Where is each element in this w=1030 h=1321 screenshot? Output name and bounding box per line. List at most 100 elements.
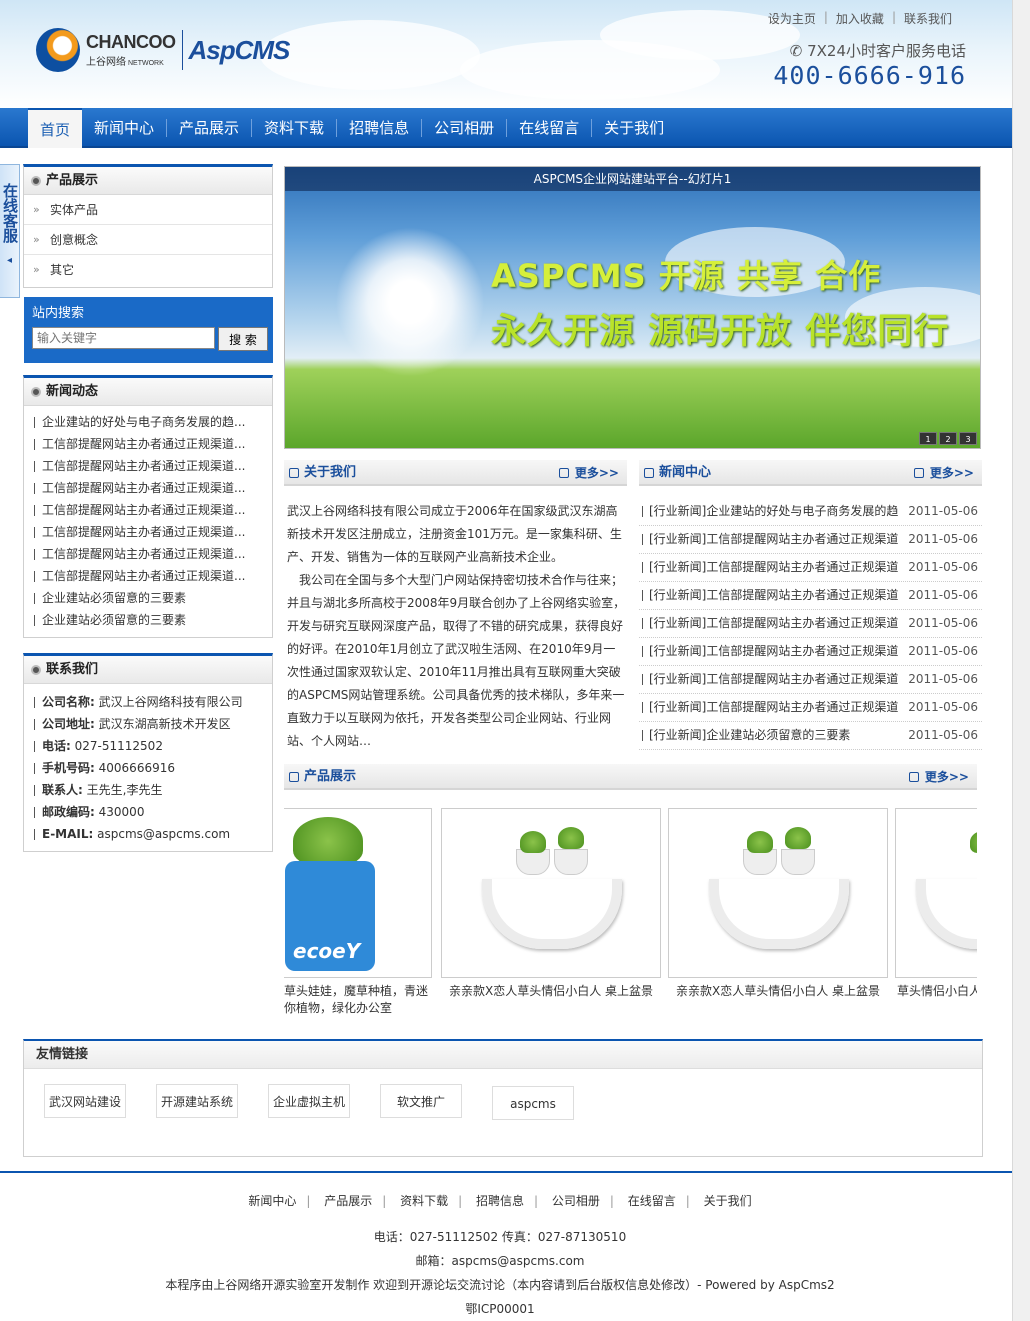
- products-more-link[interactable]: 更多>>: [908, 764, 969, 790]
- about-header: 关于我们 更多>>: [284, 460, 627, 486]
- bullet-bar-icon: [34, 461, 35, 472]
- about-title: 关于我们: [304, 465, 357, 480]
- contact-us-link[interactable]: 联系我们: [896, 10, 960, 27]
- contact-item: 公司地址: 武汉东湖高新技术开发区: [24, 713, 272, 735]
- nav-guestbook[interactable]: 在线留言: [507, 108, 591, 148]
- friend-link[interactable]: 开源建站系统: [156, 1084, 238, 1118]
- news-center-item[interactable]: [行业新闻]工信部提醒网站主办者通过正规渠道 2011-05-06: [639, 610, 982, 638]
- footer-link[interactable]: 公司相册: [542, 1194, 610, 1208]
- logo-product: AspCMS: [188, 34, 291, 65]
- product-name: 草头娃娃，魔草种植，青迷你植物，绿化办公室: [284, 984, 429, 1015]
- news-center-item[interactable]: [行业新闻]工信部提醒网站主办者通过正规渠道 2011-05-06: [639, 638, 982, 666]
- friend-links: 友情链接 武汉网站建设 开源建站系统 企业虚拟主机 软文推广 aspcms: [23, 1039, 983, 1157]
- product-name: 亲亲款X恋人草头情侣小白人 桌上盆景: [448, 984, 654, 998]
- banner-slideshow[interactable]: ASPCMS企业网站建站平台--幻灯片1 ASPCMS 开源 共享 合作 永久开…: [284, 166, 981, 449]
- online-service-tab[interactable]: 在线客服 ◂: [0, 164, 20, 298]
- grass-decoration: [520, 831, 546, 853]
- footer-link[interactable]: 在线留言: [618, 1194, 686, 1208]
- news-center-item[interactable]: [行业新闻]工信部提醒网站主办者通过正规渠道 2011-05-06: [639, 582, 982, 610]
- bullet-bar-icon: [34, 505, 35, 516]
- side-news-item[interactable]: 工信部提醒网站主办者通过正规渠道...: [24, 543, 272, 565]
- news-center-title: [行业新闻]工信部提醒网站主办者通过正规渠道: [649, 616, 899, 630]
- contact-key: 电话:: [42, 739, 71, 753]
- news-center-item[interactable]: [行业新闻]工信部提醒网站主办者通过正规渠道 2011-05-06: [639, 554, 982, 582]
- nav-home[interactable]: 首页: [28, 108, 83, 148]
- nav-news[interactable]: 新闻中心: [82, 108, 166, 148]
- footer-link[interactable]: 资料下载: [390, 1194, 458, 1208]
- category-item[interactable]: » 其它: [24, 255, 272, 285]
- product-card[interactable]: 亲亲款X恋人草头情侣小白人 桌上盆景: [668, 808, 888, 1000]
- news-center-item[interactable]: [行业新闻]企业建站必须留意的三要素 2011-05-06: [639, 722, 982, 750]
- category-item[interactable]: » 创意概念: [24, 225, 272, 255]
- about-more-link[interactable]: 更多>>: [558, 460, 619, 486]
- products-more-label: 更多>>: [924, 770, 969, 784]
- news-center-item[interactable]: [行业新闻]企业建站的好处与电子商务发展的趋 2011-05-06: [639, 498, 982, 526]
- footer-email: 邮箱：aspcms@aspcms.com: [415, 1254, 585, 1268]
- grass-decoration: [785, 827, 811, 849]
- product-card[interactable]: ecoeY 草头娃娃，魔草种植，青迷你植物，绿化办公室: [284, 808, 432, 1017]
- contact-key: 联系人:: [42, 783, 83, 797]
- side-news-item[interactable]: 企业建站必须留意的三要素: [24, 609, 272, 631]
- add-favorite-link[interactable]: 加入收藏: [828, 10, 892, 27]
- bullet-bar-icon: [34, 417, 35, 428]
- side-news-item[interactable]: 工信部提醒网站主办者通过正规渠道...: [24, 455, 272, 477]
- banner-pager: 1 2 3: [917, 432, 977, 445]
- banner-page-3[interactable]: 3: [959, 432, 977, 445]
- news-center-header: 新闻中心 更多>>: [639, 460, 982, 486]
- side-news-item[interactable]: 工信部提醒网站主办者通过正规渠道...: [24, 499, 272, 521]
- contact-item: 邮政编码: 430000: [24, 801, 272, 823]
- about-paragraph: 我公司在全国与多个大型门户网站保持密切技术合作与往来；并且与湖北多所高校于200…: [287, 573, 626, 748]
- side-news-title: 工信部提醒网站主办者通过正规渠道...: [42, 569, 246, 583]
- friend-link[interactable]: aspcms: [492, 1086, 574, 1120]
- bullet-bar-icon: [34, 763, 35, 774]
- bullet-bar-icon: [34, 527, 35, 538]
- friend-link[interactable]: 企业虚拟主机: [268, 1084, 350, 1118]
- footer-link[interactable]: 关于我们: [694, 1194, 762, 1208]
- grass-decoration: [558, 827, 584, 849]
- bullet-bar-icon: [34, 829, 35, 840]
- nav-about[interactable]: 关于我们: [592, 108, 676, 148]
- news-more-link[interactable]: 更多>>: [913, 460, 974, 486]
- news-center-title: [行业新闻]工信部提醒网站主办者通过正规渠道: [649, 560, 899, 574]
- product-card[interactable]: 草头情侣小白人: [895, 808, 977, 1000]
- side-news-item[interactable]: 工信部提醒网站主办者通过正规渠道...: [24, 477, 272, 499]
- friend-link[interactable]: 软文推广: [380, 1084, 462, 1118]
- site-search: 站内搜索 搜 索: [24, 297, 273, 363]
- side-news-item[interactable]: 工信部提醒网站主办者通过正规渠道...: [24, 565, 272, 587]
- online-service-label: 在线客服: [1, 183, 19, 243]
- banner-page-2[interactable]: 2: [939, 432, 957, 445]
- friend-link[interactable]: 武汉网站建设: [44, 1084, 126, 1118]
- news-center-item[interactable]: [行业新闻]工信部提醒网站主办者通过正规渠道 2011-05-06: [639, 666, 982, 694]
- set-homepage-link[interactable]: 设为主页: [760, 10, 824, 27]
- stand-figure: [916, 879, 977, 949]
- search-button[interactable]: 搜 索: [218, 327, 268, 351]
- hotline-number: 400-6666-916: [773, 61, 966, 90]
- section-bullet-icon: [31, 176, 41, 186]
- nav-album[interactable]: 公司相册: [422, 108, 506, 148]
- nav-jobs[interactable]: 招聘信息: [337, 108, 421, 148]
- side-news-item[interactable]: 企业建站必须留意的三要素: [24, 587, 272, 609]
- news-center-item[interactable]: [行业新闻]工信部提醒网站主办者通过正规渠道 2011-05-06: [639, 526, 982, 554]
- grass-decoration: [293, 817, 363, 865]
- page: CHANCOO 上谷网络 NETWORK AspCMS 设为主页 | 加入收藏 | 联…: [0, 0, 1030, 1321]
- product-card[interactable]: 亲亲款X恋人草头情侣小白人 桌上盆景: [441, 808, 661, 1000]
- footer-link[interactable]: 招聘信息: [466, 1194, 534, 1208]
- footer-link[interactable]: 新闻中心: [238, 1194, 306, 1208]
- search-input[interactable]: [32, 327, 215, 349]
- bullet-bar-icon: [34, 697, 35, 708]
- side-news-item[interactable]: 工信部提醒网站主办者通过正规渠道...: [24, 521, 272, 543]
- site-logo[interactable]: CHANCOO 上谷网络 NETWORK AspCMS: [36, 28, 291, 72]
- banner-page-1[interactable]: 1: [919, 432, 937, 445]
- product-image: [668, 808, 888, 978]
- scrollbar[interactable]: [1012, 0, 1030, 1321]
- footer-link[interactable]: 产品展示: [314, 1194, 382, 1208]
- nav-products[interactable]: 产品展示: [167, 108, 251, 148]
- nav-downloads[interactable]: 资料下载: [252, 108, 336, 148]
- cloud-decoration: [260, 20, 480, 90]
- category-item[interactable]: » 实体产品: [24, 195, 272, 225]
- side-news-title: 企业建站必须留意的三要素: [42, 591, 187, 605]
- side-news-item[interactable]: 企业建站的好处与电子商务发展的趋...: [24, 411, 272, 433]
- cup-figure: [781, 849, 815, 875]
- side-news-item[interactable]: 工信部提醒网站主办者通过正规渠道...: [24, 433, 272, 455]
- news-center-item[interactable]: [行业新闻]工信部提醒网站主办者通过正规渠道 2011-05-06: [639, 694, 982, 722]
